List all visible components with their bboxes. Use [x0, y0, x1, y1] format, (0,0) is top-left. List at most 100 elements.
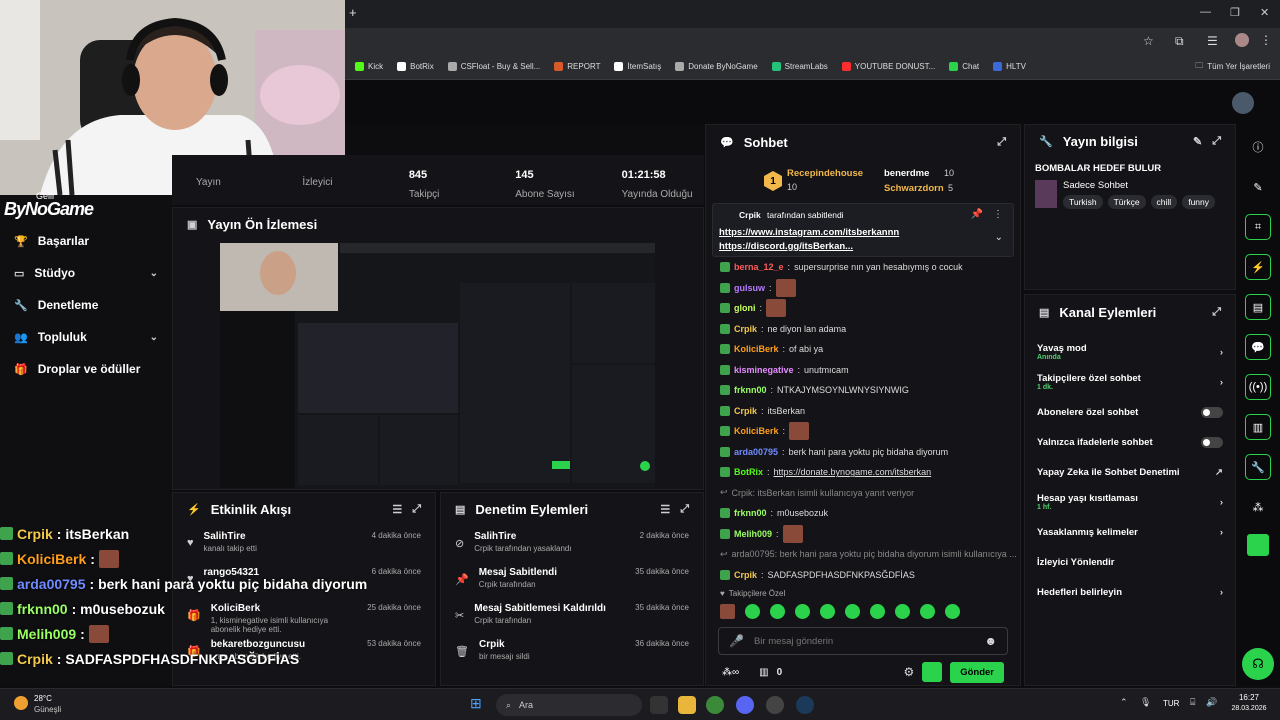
bookmark-item[interactable]: StreamLabs	[771, 62, 828, 71]
channel-action-item[interactable]: Takipçilere özel sohbet 1 dk. ›	[1025, 367, 1235, 397]
chat-username[interactable]: BotRix	[734, 467, 763, 477]
chat-username[interactable]: Crpik	[734, 406, 757, 416]
channel-action-item[interactable]: Yasaklanmış kelimeler ›	[1025, 517, 1235, 547]
bookmark-item[interactable]: BotRix	[397, 62, 434, 71]
emote-button[interactable]	[945, 603, 960, 619]
botrix-icon[interactable]	[1247, 534, 1269, 556]
bookmark-item[interactable]: İtemSatış	[614, 62, 661, 71]
discord-icon[interactable]	[736, 696, 754, 714]
chat-username[interactable]: kisminegative	[734, 365, 794, 375]
leader-first[interactable]: Recepindehouse	[787, 168, 863, 179]
chat-username[interactable]: frknn00	[734, 385, 767, 395]
chat-username[interactable]: frknn00	[734, 508, 767, 518]
clipboard-icon[interactable]: ▤	[1245, 294, 1271, 320]
chat-message-input[interactable]	[753, 635, 975, 647]
pin-icon[interactable]: 📌	[971, 209, 983, 220]
obs-icon[interactable]	[766, 696, 784, 714]
category-name[interactable]: Sadece Sohbet	[1063, 180, 1215, 191]
chat-message[interactable]: KoliciBerk:	[706, 421, 1020, 442]
emote-button[interactable]	[745, 603, 760, 619]
steam-icon[interactable]	[796, 696, 814, 714]
channel-action-item[interactable]: Abonelere özel sohbet	[1025, 397, 1235, 427]
stream-tag[interactable]: Turkish	[1063, 195, 1103, 209]
chat-username[interactable]: KoliciBerk	[734, 344, 779, 354]
pencil-icon[interactable]: ✎	[1245, 174, 1271, 200]
stream-tag[interactable]: Türkçe	[1107, 195, 1146, 209]
chevron-right-icon[interactable]: ›	[1220, 587, 1223, 598]
chrome-icon[interactable]	[706, 696, 724, 714]
sidebar-item[interactable]: ▭ Stüdyo ⌄	[0, 257, 172, 289]
file-explorer-icon[interactable]	[678, 696, 696, 714]
toggle-switch[interactable]	[1201, 406, 1223, 418]
tray-chevron-icon[interactable]: ⌃	[1120, 697, 1128, 708]
new-tab-button[interactable]: +	[349, 5, 357, 20]
leader-third[interactable]: Schwarzdorn	[884, 183, 944, 194]
emoji-icon[interactable]: ☻	[984, 634, 997, 648]
kebab-menu-icon[interactable]: ⋮	[993, 209, 1003, 220]
points-icon[interactable]: ⁂∞	[722, 667, 739, 678]
settings-gear-icon[interactable]: ⚙	[903, 665, 914, 679]
expand-icon[interactable]: ⤢	[997, 136, 1006, 149]
chat-username[interactable]: Crpik	[734, 570, 757, 580]
expand-icon[interactable]: ⤢	[412, 503, 421, 516]
close-window-button[interactable]: ✕	[1260, 6, 1269, 19]
external-link-icon[interactable]: ↗	[1215, 467, 1223, 478]
expand-icon[interactable]: ⤢	[1212, 135, 1221, 148]
channel-action-item[interactable]: İzleyici Yönlendir	[1025, 547, 1235, 577]
chat-username[interactable]: gulsuw	[734, 283, 765, 293]
chevron-down-icon[interactable]: ⌄	[995, 232, 1003, 243]
language-indicator[interactable]: TUR	[1163, 699, 1179, 708]
start-windows-icon[interactable]: ⊞	[470, 695, 482, 712]
taskbar-search[interactable]: ⌕ Ara	[496, 694, 642, 716]
chevron-right-icon[interactable]: ›	[1220, 347, 1223, 358]
filter-icon[interactable]: ☰	[392, 503, 402, 516]
stream-tag[interactable]: chill	[1150, 195, 1178, 209]
moderation-row[interactable]: 🗑 Crpik bir mesajı sildi 36 dakika önce	[441, 633, 703, 669]
stream-preview-image[interactable]	[220, 243, 655, 488]
emote-button[interactable]	[770, 603, 785, 619]
support-headset-icon[interactable]: ☊	[1242, 648, 1274, 680]
botrix-button[interactable]	[922, 662, 943, 682]
chevron-down-icon[interactable]: ⌄	[150, 332, 158, 343]
channel-action-item[interactable]: Hedefleri belirleyin ›	[1025, 577, 1235, 607]
bookmark-item[interactable]: CSFloat - Buy & Sell...	[447, 62, 540, 71]
chat-message[interactable]: BotRix: https://donate.bynogame.com/itsbe…	[706, 462, 1020, 483]
lightning-icon[interactable]: ⚡	[1245, 254, 1271, 280]
layout-icon[interactable]: ▥	[1245, 414, 1271, 440]
chevron-down-icon[interactable]: ⌄	[150, 268, 158, 279]
emote-button[interactable]	[820, 603, 835, 619]
chat-message[interactable]: ↩ arda00795: berk hani para yoktu piç bid…	[706, 544, 1020, 565]
channel-action-item[interactable]: Yavaş mod Anında ›	[1025, 337, 1235, 367]
stream-tag[interactable]: funny	[1182, 195, 1215, 209]
emote-button[interactable]	[920, 603, 935, 619]
bookmark-item[interactable]: Kick	[355, 62, 383, 71]
sidebar-item[interactable]: 🏆 Başarılar	[0, 225, 172, 257]
pinned-link-discord[interactable]: https://discord.gg/itsBerkan...	[719, 241, 853, 252]
chat-message[interactable]: arda00795: berk hani para yoktu piç bidah…	[706, 442, 1020, 463]
chevron-right-icon[interactable]: ›	[1220, 497, 1223, 508]
emote-button[interactable]	[895, 603, 910, 619]
network-icon[interactable]: ⌸	[1190, 697, 1195, 708]
moderation-row[interactable]: 📌 Mesaj Sabitlendi Crpik tarafından 35 daki…	[441, 561, 703, 597]
user-avatar[interactable]	[1232, 92, 1254, 114]
task-view-icon[interactable]	[650, 696, 668, 714]
chat-message[interactable]: ↩ Crpik: itsBerkan isimli kullanıcıya yan…	[706, 483, 1020, 504]
chat-message[interactable]: Melih009:	[706, 524, 1020, 545]
chat-message[interactable]: gulsuw:	[706, 278, 1020, 299]
bookmark-item[interactable]: YOUTUBE DONUST...	[841, 62, 935, 71]
points-icon[interactable]: ⁂	[1245, 494, 1271, 520]
expand-icon[interactable]: ⤢	[1212, 306, 1221, 319]
leader-second[interactable]: benerdme	[884, 168, 929, 179]
emote-button[interactable]	[795, 603, 810, 619]
chat-username[interactable]: Melih009	[734, 529, 772, 539]
chat-message[interactable]: frknn00: NTKAJYMSOYNLWNYSIYNWIG	[706, 380, 1020, 401]
chat-username[interactable]: KoliciBerk	[734, 426, 779, 436]
emote-button[interactable]	[870, 603, 885, 619]
chat-message[interactable]: Crpik: SADFASPDFHASDFNKPASĞDFİAS	[706, 565, 1020, 586]
sidebar-item[interactable]: 👥 Topluluk ⌄	[0, 321, 172, 353]
chevron-right-icon[interactable]: ›	[1220, 377, 1223, 388]
sidebar-item[interactable]: 🔧 Denetleme	[0, 289, 172, 321]
broadcast-icon[interactable]: ((•))	[1245, 374, 1271, 400]
chat-message[interactable]: Crpik: itsBerkan	[706, 401, 1020, 422]
sidebar-item[interactable]: 🎁 Droplar ve ödüller	[0, 353, 172, 385]
